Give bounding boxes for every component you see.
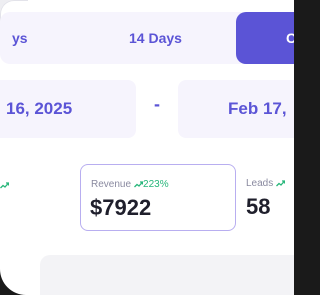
date-range-tabs: ys 14 Days C [0,12,294,64]
stat-card-previous[interactable] [0,164,9,231]
leads-label: Leads [246,178,274,189]
trending-up-icon [276,180,286,187]
tab-days[interactable]: ys [12,12,28,64]
end-date-field[interactable]: Feb 17, [178,80,294,138]
revenue-label: Revenue [91,179,132,190]
dashboard-panel: ys 14 Days C 16, 2025 - Feb 17, Revenue … [0,0,294,295]
date-separator: - [154,94,160,114]
leads-label-row: Leads [246,178,286,189]
stat-card-revenue[interactable]: Revenue 223% $7922 [80,164,236,231]
start-date-field[interactable]: 16, 2025 [0,80,136,138]
revenue-value: $7922 [90,195,152,220]
trending-up-icon [0,182,9,189]
revenue-change: 223% [143,179,169,190]
leads-value: 58 [246,194,271,219]
revenue-label-row: Revenue 223% [91,179,169,190]
tab-custom[interactable]: C [236,12,294,64]
trending-up-icon [134,181,144,188]
tab-14-days[interactable]: 14 Days [129,12,182,64]
stat-card-leads[interactable]: Leads 58 [238,164,294,231]
next-section-card [40,255,294,295]
